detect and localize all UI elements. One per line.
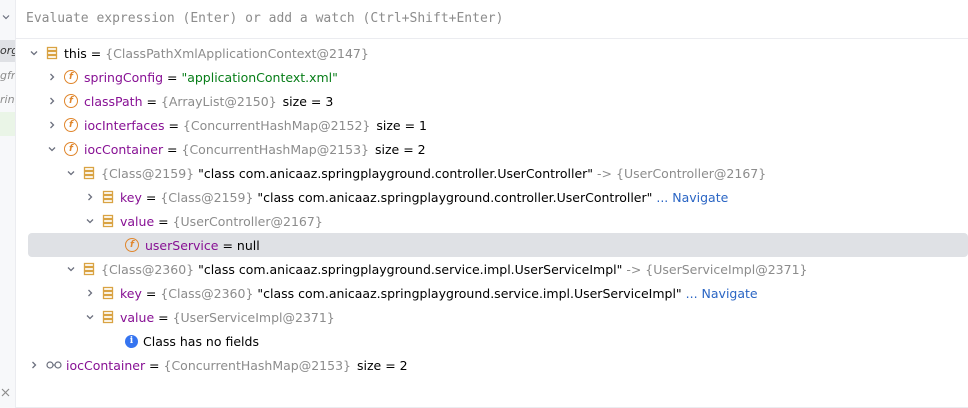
field-name: classPath xyxy=(84,93,143,109)
map-entry-icon xyxy=(83,166,95,180)
object-icon xyxy=(102,214,114,228)
tree-row-springconfig[interactable]: f springConfig = "applicationContext.xml… xyxy=(46,65,968,89)
size-label: size = 3 xyxy=(282,93,334,109)
tree-row-key[interactable]: key = {Class@2159} "class com.anicaaz.sp… xyxy=(84,185,968,209)
string-value: "class com.anicaaz.springplayground.cont… xyxy=(194,165,594,181)
field-name: userService xyxy=(145,237,219,253)
chevron-right-icon[interactable] xyxy=(84,287,96,299)
watch-glasses-icon xyxy=(46,361,62,369)
field-name: iocContainer xyxy=(84,141,164,157)
size-label: size = 1 xyxy=(376,117,427,133)
field-icon: f xyxy=(64,118,78,132)
left-panel-fragment: org xyxy=(0,44,15,57)
chevron-right-icon[interactable] xyxy=(28,359,40,371)
object-reference: {ConcurrentHashMap@2152} xyxy=(182,117,371,133)
object-reference: {UserController@2167} xyxy=(616,165,767,181)
equals-sign: = xyxy=(218,237,237,253)
tree-row-map-entry[interactable]: {Class@2159} "class com.anicaaz.springpl… xyxy=(65,161,968,185)
field-icon: f xyxy=(64,94,78,108)
string-value: "class com.anicaaz.springplayground.serv… xyxy=(253,285,682,301)
object-icon xyxy=(102,190,114,204)
arrow-separator: -> xyxy=(622,261,646,277)
equals-sign: = xyxy=(145,357,164,373)
chevron-down-icon[interactable] xyxy=(84,215,96,227)
object-reference: {UserServiceImpl@2371} xyxy=(172,309,335,325)
size-label: size = 2 xyxy=(356,357,408,373)
equals-sign: = xyxy=(154,309,173,325)
tree-row-map-entry[interactable]: {Class@2360} "class com.anicaaz.springpl… xyxy=(65,257,968,281)
info-icon: i xyxy=(125,334,138,348)
string-value: "class com.anicaaz.springplayground.cont… xyxy=(253,189,653,205)
chevron-right-icon[interactable] xyxy=(84,191,96,203)
field-icon: f xyxy=(64,142,78,156)
object-icon xyxy=(46,46,58,60)
equals-sign: = xyxy=(163,141,182,157)
chevron-right-icon[interactable] xyxy=(46,119,58,131)
tree-row-info: i Class has no fields xyxy=(125,329,968,353)
chevron-right-icon[interactable] xyxy=(46,95,58,107)
equals-sign: = xyxy=(154,213,173,229)
tree-row-this[interactable]: this = {ClassPathXmlApplicationContext@2… xyxy=(28,41,968,65)
chevron-down-icon[interactable] xyxy=(65,167,77,179)
left-panel-fragment: gfr xyxy=(0,69,16,82)
field-icon: f xyxy=(64,70,78,84)
tree-row-value[interactable]: value = {UserController@2167} xyxy=(84,209,968,233)
object-icon xyxy=(102,286,114,300)
object-reference: {ConcurrentHashMap@2153} xyxy=(181,141,369,157)
field-name: springConfig xyxy=(84,69,164,85)
null-value: null xyxy=(236,237,260,253)
field-name: key xyxy=(120,189,142,205)
tree-row-watch[interactable]: iocContainer = {ConcurrentHashMap@2153} … xyxy=(28,353,968,377)
evaluate-expression-input[interactable] xyxy=(26,11,926,26)
evaluate-expression-bar xyxy=(16,0,968,39)
navigate-link[interactable]: ... Navigate xyxy=(652,190,728,205)
equals-sign: = xyxy=(141,285,161,301)
tree-row-iocinterfaces[interactable]: f iocInterfaces = {ConcurrentHashMap@215… xyxy=(46,113,968,137)
object-reference: {UserController@2167} xyxy=(172,213,323,229)
tree-row-key[interactable]: key = {Class@2360} "class com.anicaaz.sp… xyxy=(84,281,968,305)
field-icon: f xyxy=(125,238,139,252)
chevron-down-icon[interactable] xyxy=(84,311,96,323)
object-reference: {Class@2360} xyxy=(101,261,195,277)
object-icon xyxy=(102,310,114,324)
object-reference: {ArrayList@2150} xyxy=(160,93,277,109)
string-value: "applicationContext.xml" xyxy=(181,69,338,85)
close-icon[interactable] xyxy=(1,388,10,397)
field-name: iocInterfaces xyxy=(84,117,165,133)
object-reference: {Class@2159} xyxy=(160,189,254,205)
field-name: value xyxy=(120,213,155,229)
chevron-right-icon[interactable] xyxy=(46,71,58,83)
equals-sign: = xyxy=(86,45,106,61)
map-entry-icon xyxy=(83,262,95,276)
navigate-link[interactable]: ... Navigate xyxy=(682,286,758,301)
equals-sign: = xyxy=(142,93,161,109)
field-name: iocContainer xyxy=(66,357,146,373)
size-label: size = 2 xyxy=(374,141,426,157)
chevron-down-icon[interactable] xyxy=(2,13,10,21)
variable-name: this xyxy=(64,45,87,61)
field-name: key xyxy=(120,285,142,301)
object-reference: {ClassPathXmlApplicationContext@2147} xyxy=(105,45,369,61)
left-panel-fragment: ring xyxy=(0,93,15,106)
tree-row-ioccontainer[interactable]: f iocContainer = {ConcurrentHashMap@2153… xyxy=(46,137,968,161)
tree-row-classpath[interactable]: f classPath = {ArrayList@2150} size = 3 xyxy=(46,89,968,113)
chevron-down-icon[interactable] xyxy=(46,143,58,155)
chevron-down-icon[interactable] xyxy=(28,47,40,59)
field-name: value xyxy=(120,309,155,325)
left-panel-strip: org gfr ring xyxy=(0,0,16,408)
left-panel-highlight xyxy=(0,112,15,136)
string-value: "class com.anicaaz.springplayground.serv… xyxy=(194,261,623,277)
info-message: Class has no fields xyxy=(143,333,259,349)
object-reference: {Class@2159} xyxy=(101,165,195,181)
arrow-separator: -> xyxy=(593,165,616,181)
equals-sign: = xyxy=(164,117,183,133)
equals-sign: = xyxy=(163,69,182,85)
object-reference: {ConcurrentHashMap@2153} xyxy=(163,357,351,373)
tree-row-userservice[interactable]: f userService = null xyxy=(28,233,968,257)
equals-sign: = xyxy=(141,189,161,205)
chevron-down-icon[interactable] xyxy=(65,263,77,275)
object-reference: {UserServiceImpl@2371} xyxy=(645,261,808,277)
tree-row-value[interactable]: value = {UserServiceImpl@2371} xyxy=(84,305,968,329)
object-reference: {Class@2360} xyxy=(160,285,254,301)
